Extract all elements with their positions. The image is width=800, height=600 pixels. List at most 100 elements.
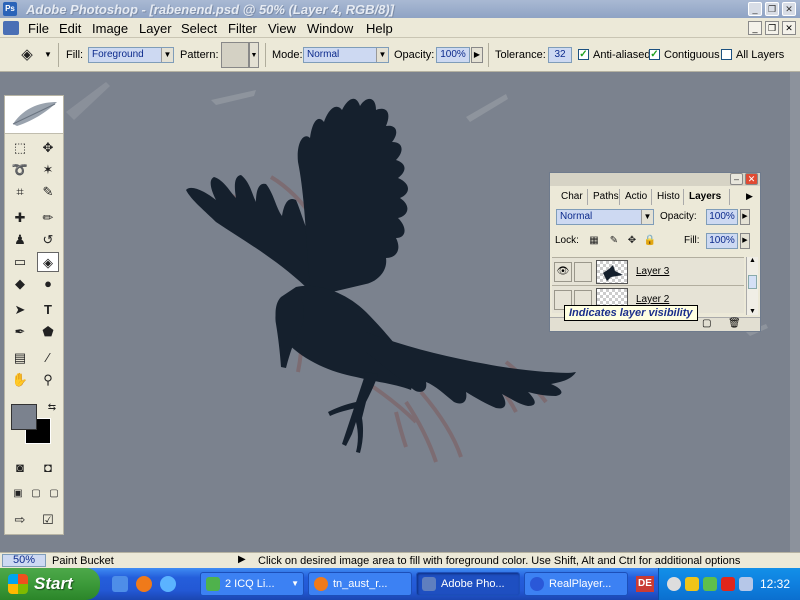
show-desktop-icon[interactable]: [112, 576, 128, 592]
opacity-input[interactable]: 100%: [436, 47, 470, 63]
palette-menu-arrow-icon[interactable]: ▶: [746, 191, 753, 202]
scroll-down-icon[interactable]: ▼: [747, 308, 758, 315]
toolbox-header[interactable]: [5, 96, 63, 134]
quick-mask-mode-icon[interactable]: ◘: [37, 458, 59, 478]
network-icon[interactable]: [703, 577, 717, 591]
doc-restore-icon[interactable]: ❐: [765, 21, 779, 35]
layer-name[interactable]: Layer 3: [636, 266, 669, 277]
tray-arrow-icon[interactable]: [667, 577, 681, 591]
brush-tool-icon[interactable]: ✏: [37, 208, 59, 228]
language-indicator[interactable]: DE: [636, 576, 654, 592]
palette-titlebar[interactable]: [550, 173, 760, 186]
jump-to-imageready-icon[interactable]: ⇨: [9, 510, 31, 530]
taskbar-button-photoshop[interactable]: Adobe Pho...: [416, 572, 520, 596]
full-screen-mode-icon[interactable]: ▢: [43, 484, 65, 504]
close-icon[interactable]: ✕: [782, 2, 796, 16]
eraser-tool-icon[interactable]: ▭: [9, 252, 31, 272]
trash-icon[interactable]: 🗑: [728, 318, 741, 329]
slice-tool-icon[interactable]: ✎: [37, 182, 59, 202]
tolerance-input[interactable]: 32: [548, 47, 572, 63]
crop-tool-icon[interactable]: ⌗: [9, 182, 31, 202]
eye-icon[interactable]: 👁: [554, 262, 572, 282]
doc-close-icon[interactable]: ✕: [782, 21, 796, 35]
menu-file[interactable]: File: [28, 21, 49, 36]
healing-brush-tool-icon[interactable]: ✚: [9, 208, 31, 228]
blur-tool-icon[interactable]: ◆: [9, 274, 31, 294]
lock-all-icon[interactable]: 🔒: [642, 231, 658, 251]
menu-window[interactable]: Window: [307, 21, 353, 36]
antivirus-icon[interactable]: [721, 577, 735, 591]
photoshop-app-icon[interactable]: Ps: [3, 2, 17, 16]
foreground-color-swatch-top[interactable]: [11, 404, 37, 430]
fill-select[interactable]: Foreground ▼: [88, 47, 174, 63]
lock-transparency-icon[interactable]: ▦: [586, 231, 602, 251]
standard-mode-icon[interactable]: ◙: [9, 458, 31, 478]
firefox-icon[interactable]: [136, 576, 152, 592]
hand-tool-icon[interactable]: ✋: [9, 370, 31, 390]
marquee-tool-icon[interactable]: ⬚: [9, 138, 31, 158]
pattern-dropdown-icon[interactable]: ▼: [249, 42, 259, 68]
layer-fill-input[interactable]: 100%: [706, 233, 738, 249]
start-button[interactable]: Start: [0, 568, 100, 600]
anti-aliased-checkbox[interactable]: ✓: [578, 49, 589, 60]
layers-scrollbar[interactable]: ▲ ▼: [746, 257, 758, 315]
layer-opacity-input[interactable]: 100%: [706, 209, 738, 225]
opacity-slider-arrow-icon[interactable]: ▶: [471, 47, 483, 63]
vertical-scrollbar[interactable]: [790, 72, 800, 552]
volume-icon[interactable]: [739, 577, 753, 591]
taskbar-button-realplayer[interactable]: RealPlayer...: [524, 572, 628, 596]
document-icon[interactable]: [3, 21, 19, 35]
browser-icon[interactable]: [160, 576, 176, 592]
edit-in-imageready-icon[interactable]: ☑: [37, 510, 59, 530]
paint-bucket-preset-icon[interactable]: ◈: [16, 45, 38, 65]
layer-link-cell[interactable]: [574, 262, 592, 282]
new-layer-icon[interactable]: ▢: [702, 318, 711, 329]
tab-paths[interactable]: Paths: [590, 189, 620, 205]
swap-colors-icon[interactable]: ⇆: [41, 398, 63, 418]
clock[interactable]: 12:32: [760, 577, 790, 591]
move-tool-icon[interactable]: ✥: [37, 138, 59, 158]
type-tool-icon[interactable]: T: [37, 300, 59, 320]
path-selection-tool-icon[interactable]: ➤: [9, 300, 31, 320]
paint-bucket-tool-icon[interactable]: ◈: [37, 252, 59, 272]
pen-tool-icon[interactable]: ✒: [9, 322, 31, 342]
eyedropper-tool-icon[interactable]: ⁄: [37, 348, 59, 368]
doc-minimize-icon[interactable]: _: [748, 21, 762, 35]
contiguous-checkbox[interactable]: ✓: [649, 49, 660, 60]
lock-pixels-icon[interactable]: ✎: [606, 231, 622, 251]
layer-row[interactable]: 👁 Layer 3: [552, 257, 744, 285]
tab-character[interactable]: Char: [558, 189, 588, 205]
chevron-down-icon[interactable]: ▼: [44, 50, 52, 59]
scroll-up-icon[interactable]: ▲: [747, 257, 758, 264]
tab-layers[interactable]: Layers: [686, 189, 730, 205]
pattern-swatch[interactable]: [221, 42, 249, 68]
lock-position-icon[interactable]: ✥: [624, 231, 640, 251]
stamp-tool-icon[interactable]: ♟: [9, 230, 31, 250]
palette-minimize-icon[interactable]: –: [730, 173, 743, 185]
layer-opacity-arrow-icon[interactable]: ▶: [740, 209, 750, 225]
taskbar-button-icq[interactable]: 2 ICQ Li... ▼: [200, 572, 304, 596]
scroll-thumb[interactable]: [748, 275, 757, 289]
blend-mode-select[interactable]: Normal ▼: [556, 209, 654, 225]
layer-fill-arrow-icon[interactable]: ▶: [740, 233, 750, 249]
menu-select[interactable]: Select: [181, 21, 217, 36]
status-arrow-icon[interactable]: ▶: [238, 554, 246, 565]
menu-filter[interactable]: Filter: [228, 21, 257, 36]
mode-select[interactable]: Normal ▼: [303, 47, 389, 63]
restore-icon[interactable]: ❐: [765, 2, 779, 16]
menu-view[interactable]: View: [268, 21, 296, 36]
menu-layer[interactable]: Layer: [139, 21, 172, 36]
magic-wand-tool-icon[interactable]: ✶: [37, 160, 59, 180]
layer-name[interactable]: Layer 2: [636, 294, 669, 305]
menu-edit[interactable]: Edit: [59, 21, 81, 36]
minimize-icon[interactable]: _: [748, 2, 762, 16]
tab-actions[interactable]: Actio: [622, 189, 652, 205]
lasso-tool-icon[interactable]: ➰: [9, 160, 31, 180]
history-brush-tool-icon[interactable]: ↺: [37, 230, 59, 250]
dodge-tool-icon[interactable]: ●: [37, 274, 59, 294]
zoom-field[interactable]: 50%: [2, 554, 46, 567]
tab-history[interactable]: Histo: [654, 189, 684, 205]
zoom-tool-icon[interactable]: ⚲: [37, 370, 59, 390]
palette-close-icon[interactable]: ✕: [745, 173, 758, 185]
taskbar-button-firefox[interactable]: tn_aust_r...: [308, 572, 412, 596]
